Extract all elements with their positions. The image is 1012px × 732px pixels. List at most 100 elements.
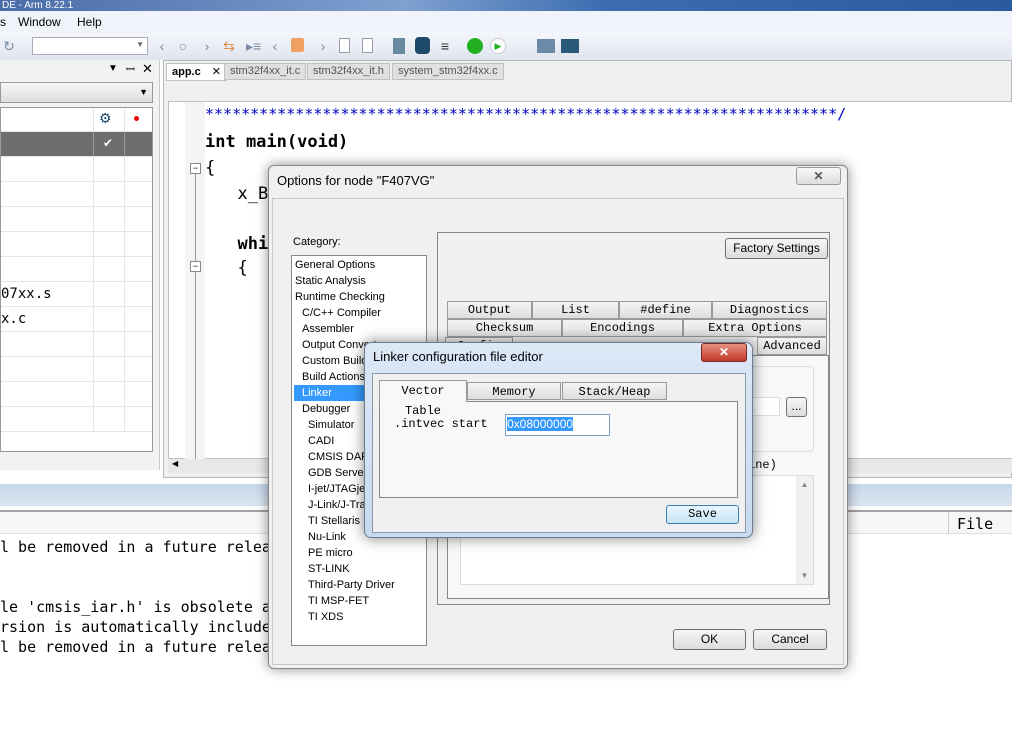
table-header: ⚙ — [1, 108, 152, 132]
tab-stm32f4xx-it-h[interactable]: stm32f4xx_it.h — [307, 63, 390, 80]
toolbar: ↻ ▼ ‹ ○ › ⇆ ▸≡ ‹ › ≡ ▶ — [0, 33, 1012, 60]
tab-stm32f4xx-it-c[interactable]: stm32f4xx_it.c — [224, 63, 307, 80]
window-title: DE - Arm 8.22.1 — [2, 0, 74, 11]
output-line: rsion is automatically include — [0, 618, 271, 636]
table-row[interactable] — [1, 157, 152, 182]
category-item[interactable]: TI XDS — [294, 609, 425, 625]
intvec-start-input[interactable]: 0x08000000 — [505, 414, 610, 436]
dialog-title: Linker configuration file editor — [373, 349, 543, 364]
factory-settings-button[interactable]: Factory Settings — [725, 238, 828, 259]
tab-encodings[interactable]: Encodings — [562, 319, 683, 337]
category-label: Category: — [293, 236, 341, 248]
tab-system-stm32f4xx-c[interactable]: system_stm32f4xx.c — [392, 63, 504, 80]
output-line: l be removed in a future relea — [0, 638, 271, 656]
workspace-panel: ▼ ꟷ ✕ ▼ ⚙ ✔ 07xx.s x.c — [0, 60, 160, 470]
refresh-icon[interactable]: ↻ — [2, 38, 16, 54]
forward-icon[interactable]: › — [200, 38, 214, 54]
tab-checksum[interactable]: Checksum — [447, 319, 562, 337]
code-line: ****************************************… — [205, 105, 847, 123]
table-row[interactable] — [1, 407, 152, 432]
category-item[interactable]: Static Analysis — [294, 273, 425, 289]
prev-page-icon[interactable] — [339, 38, 350, 53]
download-icon[interactable] — [393, 38, 405, 54]
code-line: int main(void) — [205, 132, 349, 152]
files-table: ⚙ ✔ 07xx.s x.c — [0, 107, 153, 452]
tab-define[interactable]: #define — [619, 301, 712, 319]
fold-toggle-icon[interactable]: − — [190, 163, 201, 174]
next-page-icon[interactable] — [362, 38, 373, 53]
tab-vector-table[interactable]: Vector Table — [379, 380, 467, 418]
chevron-down-icon: ▼ — [136, 40, 144, 49]
table-row[interactable] — [1, 357, 152, 382]
table-row[interactable] — [1, 382, 152, 407]
table-row[interactable] — [1, 182, 152, 207]
tab-app-c[interactable]: app.c ✕ — [166, 63, 228, 81]
table-row[interactable] — [1, 207, 152, 232]
chevron-down-icon: ▼ — [139, 87, 148, 97]
table-row[interactable] — [1, 332, 152, 357]
menu-item-help[interactable]: Help — [77, 15, 102, 29]
save-button[interactable]: Save — [666, 505, 739, 524]
close-icon[interactable]: ✕ — [142, 61, 153, 77]
table-row[interactable]: x.c — [1, 307, 152, 332]
debug-run-icon[interactable] — [467, 38, 483, 54]
check-icon: ✔ — [103, 136, 114, 150]
category-item[interactable]: C/C++ Compiler — [294, 305, 425, 321]
menu-item-window[interactable]: Window — [18, 15, 61, 29]
download-debug-icon[interactable] — [415, 37, 430, 54]
category-item[interactable]: Runtime Checking — [294, 289, 425, 305]
category-item[interactable]: ST-LINK — [294, 561, 425, 577]
bookmark-icon[interactable] — [291, 38, 304, 52]
output-line: l be removed in a future relea — [0, 538, 271, 556]
tab-advanced[interactable]: Advanced — [757, 337, 827, 355]
configuration-dropdown[interactable]: ▼ — [0, 82, 153, 103]
find-icon[interactable]: ○ — [176, 38, 190, 54]
category-item[interactable]: Assembler — [294, 321, 425, 337]
panel-menu-icon[interactable]: ▼ — [108, 63, 118, 74]
close-button[interactable]: ✕ — [796, 167, 841, 185]
code-line: { — [205, 158, 216, 178]
table-row[interactable] — [1, 232, 152, 257]
toolbar-combo[interactable]: ▼ — [32, 37, 148, 55]
code-line: whi — [217, 234, 269, 254]
pin-icon[interactable]: ꟷ — [126, 62, 135, 77]
category-item[interactable]: General Options — [294, 257, 425, 273]
dialog-title: Options for node "F407VG" — [277, 173, 435, 188]
table-row[interactable]: 07xx.s — [1, 282, 152, 307]
column-header-file[interactable]: File — [948, 512, 1001, 534]
prev-bookmark-icon[interactable]: ‹ — [268, 38, 282, 54]
table-row-selected[interactable]: ✔ — [1, 132, 152, 157]
add-workspace-icon[interactable] — [561, 39, 579, 53]
category-item[interactable]: PE micro — [294, 545, 425, 561]
swap-icon[interactable]: ⇆ — [222, 38, 236, 54]
tab-list[interactable]: List — [532, 301, 619, 319]
category-item[interactable]: TI MSP-FET — [294, 593, 425, 609]
run-icon[interactable]: ▶ — [490, 38, 506, 54]
cancel-button[interactable]: Cancel — [753, 629, 827, 650]
goto-icon[interactable]: ▸≡ — [246, 38, 261, 54]
breakpoint-list-icon[interactable]: ≡ — [438, 38, 452, 54]
category-item[interactable]: Third-Party Driver — [294, 577, 425, 593]
tab-diagnostics[interactable]: Diagnostics — [712, 301, 827, 319]
vertical-scrollbar[interactable]: ▲ ▼ — [796, 476, 813, 584]
tab-stack-heap-sizes[interactable]: Stack/Heap Sizes — [562, 382, 667, 417]
browse-button[interactable]: ... — [786, 397, 807, 417]
back-icon[interactable]: ‹ — [155, 38, 169, 54]
gear-icon[interactable]: ⚙ — [99, 110, 112, 127]
menu-item-tools[interactable]: s — [0, 15, 6, 29]
linker-config-dialog: Linker configuration file editor ✕ Vecto… — [364, 342, 753, 538]
workspace-icon[interactable] — [537, 39, 555, 53]
fold-toggle-icon[interactable]: − — [190, 261, 201, 272]
tab-memory-regions[interactable]: Memory Regions — [467, 382, 561, 417]
ok-button[interactable]: OK — [673, 629, 746, 650]
menu-bar: s Window Help — [0, 11, 1012, 33]
tab-output[interactable]: Output — [447, 301, 532, 319]
table-row[interactable] — [1, 257, 152, 282]
breakpoint-dot-icon — [134, 116, 139, 121]
tab-extra-options[interactable]: Extra Options — [683, 319, 827, 337]
close-tab-icon[interactable]: ✕ — [212, 66, 221, 78]
output-line: le 'cmsis_iar.h' is obsolete a — [0, 598, 271, 616]
close-button[interactable]: ✕ — [701, 343, 747, 362]
next-bookmark-icon[interactable]: › — [316, 38, 330, 54]
scroll-left-icon[interactable]: ◀ — [172, 459, 178, 468]
